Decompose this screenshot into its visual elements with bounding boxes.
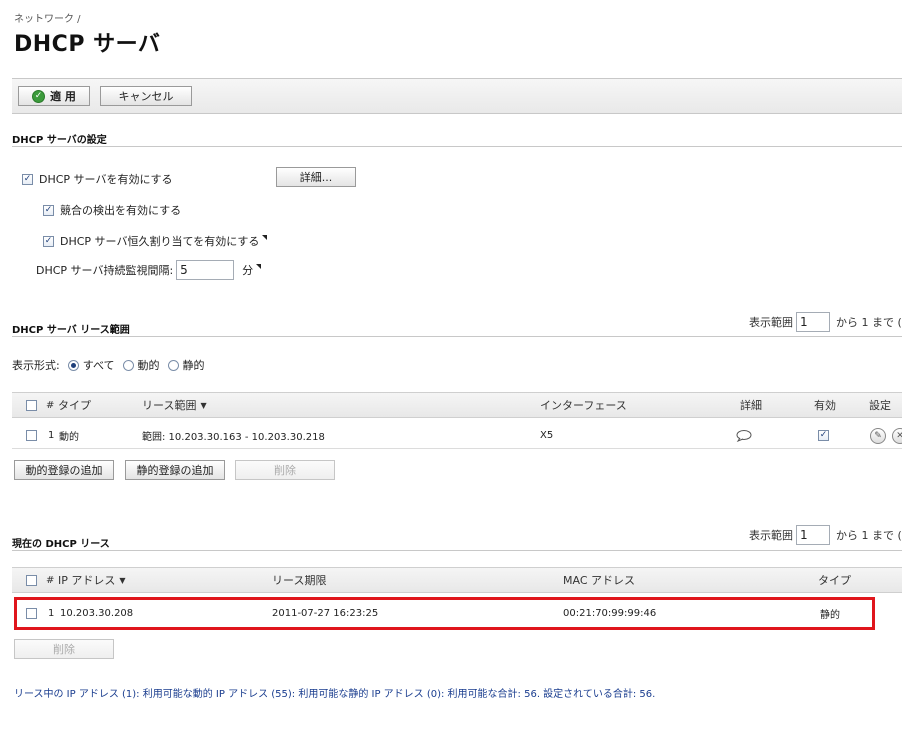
col-num: # [46, 399, 55, 411]
row-range: 範囲: 10.203.30.163 - 10.203.30.218 [142, 432, 325, 443]
sort-down-icon: ▼ [200, 400, 207, 410]
row-interface: X5 [540, 430, 554, 441]
persistent-row: ✓ DHCP サーバ恒久割り当てを有効にする [43, 233, 268, 249]
view-filter: 表示形式: すべて 動的 静的 [12, 357, 205, 373]
apply-button-label: 適 用 [50, 90, 76, 103]
col-details: 詳細 [740, 399, 762, 412]
persistent-label: DHCP サーバ恒久割り当てを有効にする [60, 235, 260, 248]
enable-server-row: ✓ DHCP サーバを有効にする [22, 171, 173, 187]
col-range[interactable]: リース範囲 ▼ [142, 393, 207, 417]
highlight-box [14, 597, 875, 630]
select-all-checkbox[interactable] [26, 399, 37, 411]
enable-server-checkbox[interactable]: ✓ [22, 173, 33, 185]
row-checkbox[interactable] [26, 430, 37, 441]
current-leases-pager: 表示範囲 1 から 1 まで ( [749, 525, 902, 545]
page-title: DHCP サーバ [14, 32, 161, 57]
section-divider [12, 550, 902, 551]
row-type: 動的 [59, 432, 79, 443]
delete-scope-button[interactable]: 削除 [235, 460, 335, 480]
delete-icon[interactable]: ✕ [892, 427, 902, 444]
row-num: 1 [48, 430, 55, 441]
col-type[interactable]: タイプ [58, 393, 91, 417]
pager-suffix: から 1 まで ( [836, 316, 902, 329]
pager-label: 表示範囲 [749, 529, 793, 542]
pager-input[interactable]: 1 [796, 312, 830, 332]
details-button[interactable]: 詳細... [276, 167, 356, 187]
lease-summary: リース中の IP アドレス (1): 利用可能な動的 IP アドレス (55):… [14, 689, 656, 700]
col-expiry[interactable]: リース期限 [272, 568, 326, 592]
view-static-radio[interactable] [167, 359, 179, 371]
col-mac[interactable]: MAC アドレス [563, 568, 635, 592]
view-all-label: すべて [82, 359, 115, 372]
view-all-radio[interactable] [67, 359, 79, 371]
edit-icon[interactable]: ✎ [870, 427, 886, 444]
conflict-detect-label: 競合の検出を有効にする [60, 204, 182, 217]
sort-down-icon: ▼ [119, 575, 126, 585]
persistent-checkbox[interactable]: ✓ [43, 235, 54, 247]
settings-section-title: DHCP サーバの設定 [12, 135, 107, 146]
delete-lease-button[interactable]: 削除 [14, 639, 114, 659]
pager-input[interactable]: 1 [796, 525, 830, 545]
conflict-detect-row: ✓ 競合の検出を有効にする [43, 202, 181, 218]
lease-scope-pager: 表示範囲 1 から 1 まで ( [749, 312, 902, 332]
help-marker-icon [262, 234, 268, 240]
help-marker-icon [256, 263, 262, 269]
monitor-unit: 分 [242, 264, 254, 277]
col-ip-label: IP アドレス [58, 574, 116, 587]
col-ip[interactable]: IP アドレス ▼ [58, 568, 126, 592]
conflict-detect-checkbox[interactable]: ✓ [43, 204, 54, 216]
monitor-row: DHCP サーバ持続監視間隔: 5 分 [36, 260, 262, 280]
view-static-label: 静的 [182, 359, 205, 372]
lease-scope-table-header: # タイプ リース範囲 ▼ インターフェース 詳細 有効 設定 [12, 392, 902, 418]
col-configure: 設定 [869, 399, 891, 412]
view-dynamic-radio[interactable] [122, 359, 134, 371]
monitor-interval-input[interactable]: 5 [176, 260, 235, 280]
pager-suffix: から 1 まで ( [836, 529, 902, 542]
cancel-button[interactable]: キャンセル [100, 86, 192, 106]
lease-scope-title: DHCP サーバ リース範囲 [12, 325, 130, 336]
col-range-label: リース範囲 [142, 399, 197, 412]
pager-label: 表示範囲 [749, 316, 793, 329]
add-static-button[interactable]: 静的登録の追加 [125, 460, 225, 480]
section-divider [12, 146, 902, 147]
current-leases-title: 現在の DHCP リース [12, 539, 110, 550]
enable-server-label: DHCP サーバを有効にする [39, 173, 173, 186]
monitor-label: DHCP サーバ持続監視間隔: [36, 264, 174, 277]
section-divider [12, 336, 902, 337]
current-leases-table-header: # IP アドレス ▼ リース期限 MAC アドレス タイプ [12, 567, 902, 593]
view-label: 表示形式: [12, 359, 60, 372]
table-row: 1 動的 範囲: 10.203.30.163 - 10.203.30.218 X… [12, 423, 902, 449]
col-interface[interactable]: インターフェース [540, 393, 627, 417]
toolbar: ✓ 適 用 キャンセル [12, 78, 902, 114]
add-dynamic-button[interactable]: 動的登録の追加 [14, 460, 114, 480]
col-num: # [46, 574, 55, 586]
col-type[interactable]: タイプ [818, 568, 851, 592]
view-dynamic-label: 動的 [137, 359, 160, 372]
row-enabled-checkbox[interactable]: ✓ [818, 430, 829, 441]
breadcrumb[interactable]: ネットワーク / [14, 10, 81, 25]
apply-button[interactable]: ✓ 適 用 [18, 86, 90, 106]
select-all-checkbox[interactable] [26, 574, 37, 586]
col-enabled: 有効 [814, 399, 836, 412]
checkmark-icon: ✓ [32, 89, 46, 103]
comment-icon[interactable] [736, 423, 752, 448]
